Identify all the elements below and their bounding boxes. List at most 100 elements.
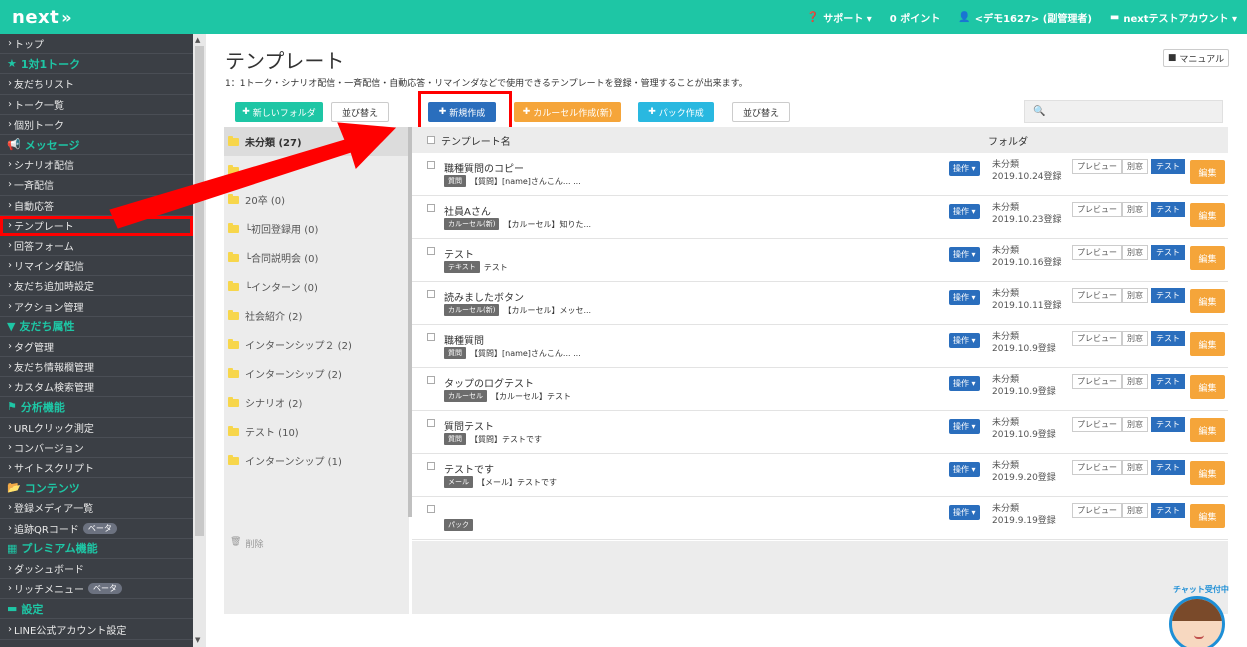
- operation-dropdown-button[interactable]: 操作 ▾: [949, 204, 980, 219]
- sort-folder-button[interactable]: 並び替え: [331, 102, 389, 122]
- sidebar-item[interactable]: › カスタム検索管理: [0, 377, 193, 398]
- test-send-button[interactable]: テスト: [1151, 288, 1185, 303]
- sidebar-item[interactable]: › サイトスクリプト: [0, 458, 193, 479]
- points-link[interactable]: 0 ポイント: [890, 10, 940, 25]
- delete-folder-link[interactable]: 🗑 削除: [230, 537, 263, 550]
- open-window-button[interactable]: 別窓: [1122, 245, 1148, 260]
- scrollbar-thumb[interactable]: [195, 46, 204, 536]
- edit-button[interactable]: 編集: [1190, 160, 1225, 184]
- carousel-create-button[interactable]: ✚ カルーセル作成(新): [514, 102, 621, 122]
- operation-dropdown-button[interactable]: 操作 ▾: [949, 419, 980, 434]
- test-send-button[interactable]: テスト: [1151, 374, 1185, 389]
- edit-button[interactable]: 編集: [1190, 504, 1225, 528]
- template-name[interactable]: 質問テスト: [444, 418, 494, 433]
- folder-item[interactable]: 20卒 (0): [224, 185, 409, 214]
- row-checkbox[interactable]: [427, 204, 435, 212]
- sidebar-item[interactable]: › 友だち追加時設定: [0, 276, 193, 297]
- preview-button[interactable]: プレビュー: [1072, 245, 1122, 260]
- test-send-button[interactable]: テスト: [1151, 503, 1185, 518]
- edit-button[interactable]: 編集: [1190, 332, 1225, 356]
- sidebar-item[interactable]: › 友だちリスト: [0, 74, 193, 95]
- row-checkbox[interactable]: [427, 161, 435, 169]
- sidebar-item[interactable]: › URLクリック測定: [0, 418, 193, 438]
- edit-button[interactable]: 編集: [1190, 418, 1225, 442]
- preview-button[interactable]: プレビュー: [1072, 374, 1122, 389]
- app-logo[interactable]: next»: [0, 7, 72, 28]
- sidebar-item[interactable]: › 友だち情報欄管理: [0, 357, 193, 378]
- open-window-button[interactable]: 別窓: [1122, 331, 1148, 346]
- row-checkbox[interactable]: [427, 462, 435, 470]
- test-send-button[interactable]: テスト: [1151, 159, 1185, 174]
- search-input[interactable]: 🔍: [1024, 100, 1223, 123]
- operation-dropdown-button[interactable]: 操作 ▾: [949, 505, 980, 520]
- row-checkbox[interactable]: [427, 290, 435, 298]
- support-menu[interactable]: ❓ サポート ▾: [807, 10, 872, 25]
- operation-dropdown-button[interactable]: 操作 ▾: [949, 376, 980, 391]
- folder-item[interactable]: インターンシップ２ (2): [224, 330, 409, 359]
- sidebar-item[interactable]: › アクション管理: [0, 296, 193, 317]
- folder-item[interactable]: 社会紹介 (2): [224, 301, 409, 330]
- folder-item[interactable]: └初回登録用 (0): [224, 214, 409, 243]
- sidebar-item[interactable]: › テンプレート: [0, 215, 193, 236]
- template-name[interactable]: 職種質問のコピー: [444, 160, 524, 175]
- row-checkbox[interactable]: [427, 247, 435, 255]
- test-send-button[interactable]: テスト: [1151, 202, 1185, 217]
- folder-item[interactable]: インターンシップ (1): [224, 446, 409, 475]
- operation-dropdown-button[interactable]: 操作 ▾: [949, 290, 980, 305]
- open-window-button[interactable]: 別窓: [1122, 159, 1148, 174]
- folder-item[interactable]: └合同説明会 (0): [224, 243, 409, 272]
- user-menu[interactable]: 👤 <デモ1627> (副管理者): [958, 10, 1092, 25]
- open-window-button[interactable]: 別窓: [1122, 288, 1148, 303]
- template-name[interactable]: 職種質問: [444, 332, 484, 347]
- operation-dropdown-button[interactable]: 操作 ▾: [949, 462, 980, 477]
- test-send-button[interactable]: テスト: [1151, 245, 1185, 260]
- preview-button[interactable]: プレビュー: [1072, 503, 1122, 518]
- scroll-down-icon[interactable]: ▼: [195, 636, 200, 644]
- account-menu[interactable]: ▬ nextテストアカウント ▾: [1110, 10, 1237, 25]
- template-name[interactable]: テスト: [444, 246, 474, 261]
- manual-button[interactable]: ■ マニュアル: [1163, 49, 1229, 67]
- row-checkbox[interactable]: [427, 376, 435, 384]
- folder-item[interactable]: インターンシップ (2): [224, 359, 409, 388]
- edit-button[interactable]: 編集: [1190, 375, 1225, 399]
- new-folder-button[interactable]: ✚ 新しいフォルダ: [235, 102, 323, 122]
- row-checkbox[interactable]: [427, 505, 435, 513]
- sidebar-item[interactable]: › 自動応答: [0, 196, 193, 216]
- operation-dropdown-button[interactable]: 操作 ▾: [949, 333, 980, 348]
- sidebar-item[interactable]: › タグ管理: [0, 337, 193, 357]
- open-window-button[interactable]: 別窓: [1122, 503, 1148, 518]
- edit-button[interactable]: 編集: [1190, 246, 1225, 270]
- preview-button[interactable]: プレビュー: [1072, 417, 1122, 432]
- sidebar-scrollbar[interactable]: ▲ ▼: [193, 34, 206, 647]
- new-create-button[interactable]: ✚ 新規作成: [428, 102, 496, 122]
- folder-item[interactable]: 未分類 (27): [224, 127, 409, 156]
- sidebar-item[interactable]: › トップ: [0, 34, 193, 55]
- template-name[interactable]: 社員Aさん: [444, 203, 491, 218]
- sidebar-item[interactable]: › トーク一覧: [0, 95, 193, 115]
- preview-button[interactable]: プレビュー: [1072, 331, 1122, 346]
- select-all-checkbox[interactable]: [427, 136, 435, 144]
- preview-button[interactable]: プレビュー: [1072, 202, 1122, 217]
- open-window-button[interactable]: 別窓: [1122, 374, 1148, 389]
- test-send-button[interactable]: テスト: [1151, 417, 1185, 432]
- sidebar-item[interactable]: › コンバージョン: [0, 438, 193, 458]
- template-name[interactable]: テストです: [444, 461, 494, 476]
- folder-item[interactable]: シナリオ (2): [224, 388, 409, 417]
- operation-dropdown-button[interactable]: 操作 ▾: [949, 247, 980, 262]
- row-checkbox[interactable]: [427, 333, 435, 341]
- folder-item[interactable]: [224, 156, 409, 185]
- template-name[interactable]: 読みましたボタン: [444, 289, 524, 304]
- open-window-button[interactable]: 別窓: [1122, 202, 1148, 217]
- sidebar-item[interactable]: › 一斉配信: [0, 175, 193, 196]
- operation-dropdown-button[interactable]: 操作 ▾: [949, 161, 980, 176]
- sidebar-item[interactable]: › 登録メディア一覧: [0, 498, 193, 519]
- scroll-up-icon[interactable]: ▲: [195, 36, 200, 44]
- sidebar-item[interactable]: › 回答フォーム: [0, 236, 193, 257]
- sidebar-item[interactable]: › シナリオ配信: [0, 155, 193, 176]
- edit-button[interactable]: 編集: [1190, 461, 1225, 485]
- preview-button[interactable]: プレビュー: [1072, 159, 1122, 174]
- preview-button[interactable]: プレビュー: [1072, 460, 1122, 475]
- test-send-button[interactable]: テスト: [1151, 460, 1185, 475]
- sidebar-item[interactable]: › 個別トーク: [0, 115, 193, 135]
- chat-widget[interactable]: チャット受付中: [1155, 584, 1241, 647]
